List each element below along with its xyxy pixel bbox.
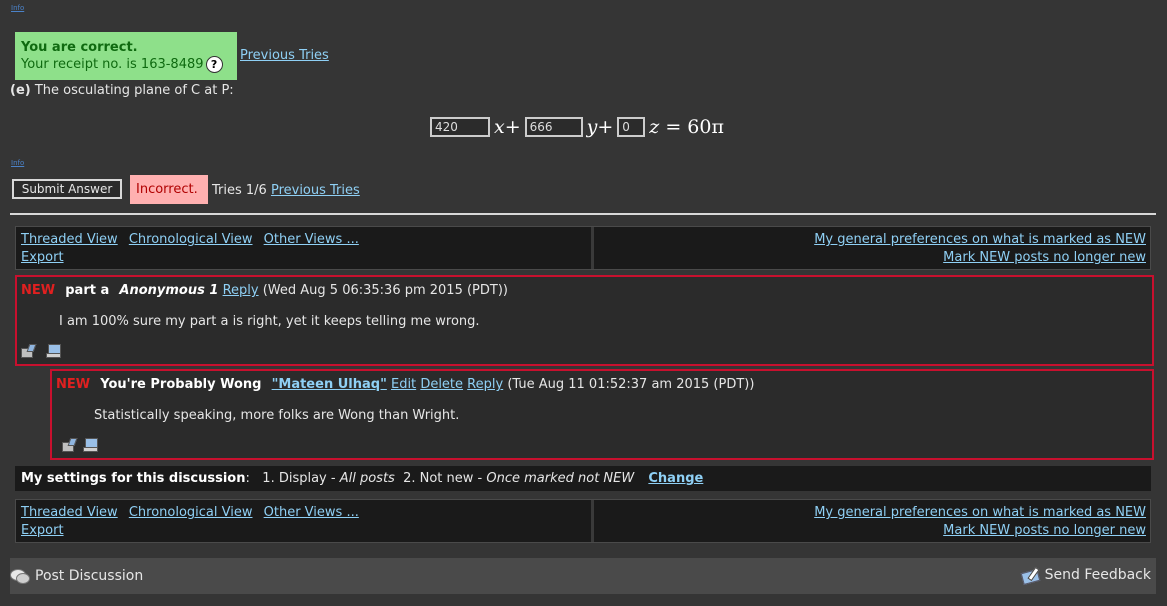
display-value: All posts <box>339 471 395 486</box>
question-text: The osculating plane of C at P: <box>34 83 234 98</box>
footer-bar: Post Discussion Send Feedback <box>10 558 1156 594</box>
previous-tries-link[interactable]: Previous Tries <box>240 48 329 63</box>
threaded-view-link[interactable]: Threaded View <box>21 232 118 247</box>
incorrect-badge: Incorrect. <box>130 175 208 204</box>
edit-link[interactable]: Edit <box>391 377 416 392</box>
reply-link[interactable]: Reply <box>223 283 259 298</box>
submit-answer-button[interactable]: Submit Answer <box>12 179 122 199</box>
other-views-link[interactable]: Other Views ... <box>264 505 359 520</box>
mark-not-new-link[interactable]: Mark NEW posts no longer new <box>943 250 1146 265</box>
post-header: NEW You're Probably Wong "Mateen Ulhaq" … <box>56 377 754 392</box>
z-term: z <box>649 116 660 138</box>
post-date: (Wed Aug 5 06:35:36 pm 2015 (PDT)) <box>262 283 508 298</box>
mark-not-new-link[interactable]: Mark NEW posts no longer new <box>943 523 1146 538</box>
post-author-link[interactable]: "Mateen Ulhaq" <box>272 377 387 392</box>
correct-result-box: You are correct. Your receipt no. is 163… <box>15 32 237 80</box>
nav-divider <box>591 227 594 269</box>
post-actions <box>60 437 98 452</box>
post-header: NEW part a Anonymous 1 Reply (Wed Aug 5 … <box>21 283 508 298</box>
x-term: x+ <box>494 116 521 138</box>
post-subject: You're Probably Wong <box>100 377 262 392</box>
rate-post-icon[interactable] <box>21 343 41 361</box>
section-divider <box>10 213 1156 215</box>
feedback-mail-icon <box>1021 567 1041 583</box>
send-feedback-button[interactable]: Send Feedback <box>1021 567 1151 583</box>
not-new-value: Once marked not NEW <box>486 471 635 486</box>
equation-rhs: = 60π <box>665 116 724 138</box>
chronological-view-link[interactable]: Chronological View <box>129 232 253 247</box>
threaded-view-link[interactable]: Threaded View <box>21 505 118 520</box>
equation-row: x+ y+ z = 60π <box>430 116 724 138</box>
discussion-post: NEW part a Anonymous 1 Reply (Wed Aug 5 … <box>15 275 1154 366</box>
not-new-label: 2. Not new - <box>403 471 483 486</box>
post-discussion-button[interactable]: Post Discussion <box>10 568 143 584</box>
change-settings-link[interactable]: Change <box>648 471 703 486</box>
export-link[interactable]: Export <box>21 250 64 265</box>
post-discussion-label: Post Discussion <box>35 568 144 584</box>
chronological-view-link[interactable]: Chronological View <box>129 505 253 520</box>
x-coefficient-input[interactable] <box>430 117 490 137</box>
post-body: Statistically speaking, more folks are W… <box>94 408 460 423</box>
delete-link[interactable]: Delete <box>420 377 463 392</box>
tries-count: Tries 1/6 <box>212 183 267 198</box>
preferences-link[interactable]: My general preferences on what is marked… <box>814 505 1146 520</box>
settings-label: My settings for this discussion <box>21 471 246 486</box>
discussion-settings: My settings for this discussion: 1. Disp… <box>15 466 1151 491</box>
y-coefficient-input[interactable] <box>524 117 583 137</box>
correct-title: You are correct. <box>21 40 138 55</box>
mark-read-icon[interactable] <box>46 343 67 361</box>
post-subject: part a <box>65 283 110 298</box>
post-actions <box>21 343 67 361</box>
rate-post-icon[interactable] <box>60 437 76 452</box>
z-coefficient-input[interactable] <box>617 117 646 137</box>
receipt-text: Your receipt no. is 163-8489 <box>21 57 204 72</box>
new-badge: NEW <box>56 377 91 392</box>
discussion-nav-top: Threaded View Chronological View Other V… <box>15 226 1151 270</box>
new-badge: NEW <box>21 283 56 298</box>
mark-read-icon[interactable] <box>82 437 98 452</box>
display-label: 1. Display - <box>262 471 336 486</box>
info-link-e[interactable]: Info <box>11 159 24 167</box>
receipt-line: Your receipt no. is 163-8489? <box>21 56 231 73</box>
export-link[interactable]: Export <box>21 523 64 538</box>
discussion-nav-bottom: Threaded View Chronological View Other V… <box>15 499 1151 543</box>
post-date: (Tue Aug 11 01:52:37 am 2015 (PDT)) <box>507 377 755 392</box>
send-feedback-label: Send Feedback <box>1044 567 1151 583</box>
preferences-link[interactable]: My general preferences on what is marked… <box>814 232 1146 247</box>
reply-link[interactable]: Reply <box>467 377 503 392</box>
chat-bubble-icon <box>10 568 30 584</box>
discussion-post-reply: NEW You're Probably Wong "Mateen Ulhaq" … <box>50 369 1154 460</box>
question-e: (e) The osculating plane of C at P: <box>10 83 234 98</box>
info-link[interactable]: Info <box>11 4 24 12</box>
post-body: I am 100% sure my part a is right, yet i… <box>59 314 480 329</box>
other-views-link[interactable]: Other Views ... <box>264 232 359 247</box>
nav-divider <box>591 500 594 542</box>
tries-info: Tries 1/6 Previous Tries <box>212 183 360 198</box>
y-term: y+ <box>586 116 614 138</box>
help-icon[interactable]: ? <box>205 56 223 73</box>
question-label: (e) <box>10 83 31 98</box>
post-author: Anonymous 1 <box>119 283 219 298</box>
previous-tries-link-e[interactable]: Previous Tries <box>271 183 360 198</box>
